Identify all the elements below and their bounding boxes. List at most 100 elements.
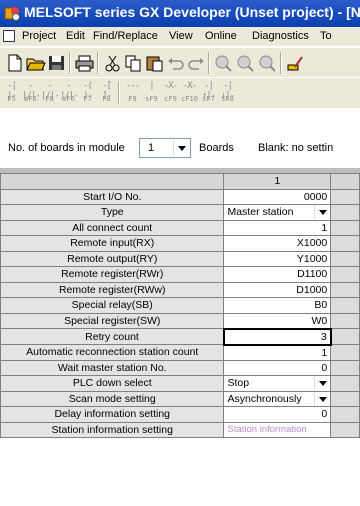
save-icon[interactable] bbox=[46, 53, 67, 73]
new-file-icon[interactable] bbox=[4, 53, 25, 73]
menu-tools[interactable]: To bbox=[320, 30, 332, 42]
key-label: F5 bbox=[7, 95, 16, 103]
open-folder-icon[interactable] bbox=[25, 53, 46, 73]
boards-count-label: No. of boards in module bbox=[8, 142, 125, 154]
device-search-icon[interactable] bbox=[213, 53, 234, 73]
ladder-key-f5[interactable]: -| |- F5 bbox=[3, 81, 20, 105]
row-label: Delay information setting bbox=[0, 406, 225, 423]
toolbar-separator bbox=[69, 52, 71, 74]
column-2-cell[interactable] bbox=[330, 359, 360, 376]
row-label: Type bbox=[0, 204, 225, 221]
row-value: Stop bbox=[227, 377, 250, 390]
key-label: sF5 bbox=[24, 95, 37, 103]
row-value-input[interactable]: Y1000 bbox=[223, 250, 332, 267]
toolbar-separator bbox=[208, 52, 210, 74]
key-label: cF10 bbox=[181, 95, 198, 103]
row-value-input[interactable]: X1000 bbox=[223, 235, 332, 252]
chevron-down-icon[interactable] bbox=[173, 140, 189, 156]
row-value-select[interactable]: Asynchronously bbox=[223, 390, 332, 407]
chevron-down-icon[interactable] bbox=[314, 205, 330, 219]
print-icon[interactable] bbox=[74, 53, 95, 73]
instruction-search-icon[interactable] bbox=[235, 53, 256, 73]
menu-find-replace[interactable]: Find/Replace bbox=[93, 30, 158, 42]
column-2-cell[interactable] bbox=[330, 375, 360, 392]
row-label: Automatic reconnection station count bbox=[0, 344, 225, 361]
row-label: PLC down select bbox=[0, 375, 225, 392]
chevron-down-icon[interactable] bbox=[314, 376, 330, 390]
row-value-input[interactable]: B0 bbox=[223, 297, 332, 314]
copy-icon[interactable] bbox=[123, 53, 144, 73]
ladder-key-f9[interactable]: --- F9 bbox=[124, 81, 141, 105]
key-label: sF9 bbox=[145, 95, 158, 103]
key-label: F6 bbox=[45, 95, 54, 103]
document-icon[interactable] bbox=[3, 30, 15, 42]
menu-diagnostics[interactable]: Diagnostics bbox=[252, 30, 309, 42]
cut-icon[interactable] bbox=[102, 53, 123, 73]
chevron-down-icon[interactable] bbox=[314, 391, 330, 406]
row-label: Special register(SW) bbox=[0, 312, 225, 329]
row-value-input[interactable]: 1 bbox=[223, 219, 332, 236]
column-2-cell[interactable] bbox=[330, 281, 360, 298]
row-value-select[interactable]: Stop bbox=[223, 375, 332, 392]
ladder-key-f6[interactable]: -|/|- F6 bbox=[41, 81, 60, 105]
ladder-key-sf9[interactable]: | sF9 bbox=[143, 81, 160, 105]
ladder-key-cf9[interactable]: -X-cF9 bbox=[162, 81, 179, 105]
column-2-cell[interactable] bbox=[330, 421, 360, 438]
column-2-cell[interactable] bbox=[330, 328, 360, 345]
ladder-key-cf10[interactable]: -X-cF10 bbox=[181, 81, 198, 105]
menu-view[interactable]: View bbox=[169, 30, 193, 42]
melsoft-app-icon bbox=[4, 7, 20, 21]
row-value: Asynchronously bbox=[227, 392, 302, 405]
paste-icon[interactable] bbox=[144, 53, 165, 73]
column-2-cell[interactable] bbox=[330, 219, 360, 236]
ladder-key-f7[interactable]: -( )- F7 bbox=[79, 81, 96, 105]
boards-count-select[interactable]: 1 bbox=[139, 138, 191, 158]
ladder-key-sf5[interactable]: -|/|- sF5 bbox=[22, 81, 41, 105]
grid-corner bbox=[0, 173, 225, 190]
table-row: Retry count 3 bbox=[0, 327, 360, 346]
boards-row: No. of boards in module 1 Boards Blank: … bbox=[0, 138, 360, 160]
row-value-input[interactable]: 0000 bbox=[223, 188, 332, 205]
row-value-input[interactable]: 1 bbox=[223, 344, 332, 361]
row-value-input[interactable]: W0 bbox=[223, 312, 332, 329]
toolbar-separator bbox=[118, 82, 120, 104]
column-2-cell[interactable] bbox=[330, 250, 360, 267]
key-symbol: --- bbox=[125, 81, 140, 91]
row-value-input[interactable]: D1100 bbox=[223, 266, 332, 283]
table-row: Scan mode setting Asynchronously bbox=[0, 390, 360, 407]
table-row: Start I/O No. 0000 bbox=[0, 188, 360, 205]
column-2-cell[interactable] bbox=[330, 204, 360, 221]
comment-search-icon[interactable] bbox=[257, 53, 278, 73]
ladder-key-sf6[interactable]: -|/|- sF6 bbox=[60, 81, 79, 105]
row-value-input[interactable]: 0 bbox=[223, 359, 332, 376]
column-2-cell[interactable] bbox=[330, 390, 360, 407]
column-2-cell[interactable] bbox=[330, 235, 360, 252]
grid-header-row: 1 bbox=[0, 173, 360, 190]
row-value-input[interactable]: D1000 bbox=[223, 281, 332, 298]
column-2-cell[interactable] bbox=[330, 266, 360, 283]
toolbar-separator bbox=[280, 52, 282, 74]
menu-project[interactable]: Project bbox=[22, 30, 56, 42]
row-value-input[interactable]: 0 bbox=[223, 406, 332, 423]
station-information-button[interactable]: Station information bbox=[223, 421, 332, 438]
column-2-cell[interactable] bbox=[330, 188, 360, 205]
column-2-cell[interactable] bbox=[330, 312, 360, 329]
row-value-input[interactable]: 3 bbox=[222, 327, 332, 346]
key-label: F7 bbox=[83, 95, 92, 103]
undo-icon[interactable] bbox=[165, 53, 186, 73]
ladder-key-sf7[interactable]: -|↑|- sF7 bbox=[200, 81, 217, 105]
boards-unit-label: Boards bbox=[199, 142, 234, 154]
menu-online[interactable]: Online bbox=[205, 30, 237, 42]
row-value-select[interactable]: Master station bbox=[223, 204, 332, 221]
ladder-key-sf8[interactable]: -|↓|- sF8 bbox=[219, 81, 236, 105]
blank-note: Blank: no settin bbox=[258, 142, 334, 154]
ladder-write-icon[interactable] bbox=[285, 53, 306, 73]
column-2-cell[interactable] bbox=[330, 297, 360, 314]
ladder-key-f8[interactable]: -[ ]- F8 bbox=[98, 81, 115, 105]
redo-icon[interactable] bbox=[186, 53, 207, 73]
column-2-cell[interactable] bbox=[330, 406, 360, 423]
key-label: sF7 bbox=[202, 95, 215, 103]
title-bar: MELSOFT series GX Developer (Unset proje… bbox=[0, 0, 360, 27]
menu-edit[interactable]: Edit bbox=[66, 30, 85, 42]
column-2-cell[interactable] bbox=[330, 344, 360, 361]
